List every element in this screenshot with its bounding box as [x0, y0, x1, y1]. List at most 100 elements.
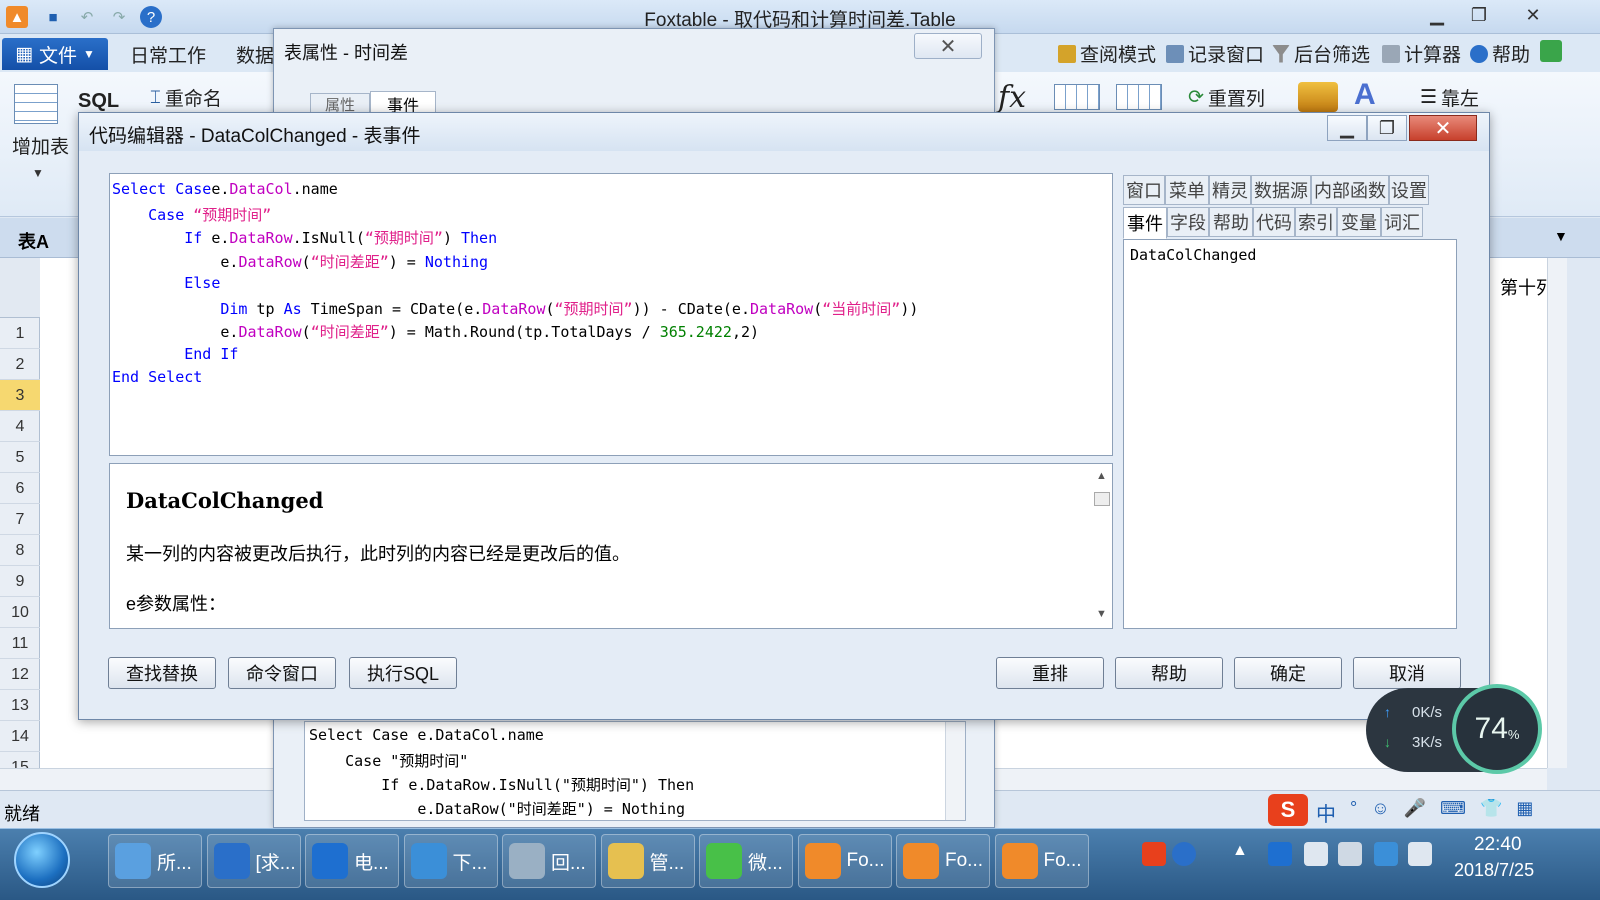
side-tab[interactable]: 索引 — [1295, 207, 1337, 237]
cancel-button[interactable]: 取消 — [1353, 657, 1461, 689]
side-tab[interactable]: 精灵 — [1209, 175, 1251, 205]
sogou-tray-icon[interactable] — [1142, 842, 1166, 866]
taskbar-item[interactable]: Fo... — [797, 834, 892, 888]
side-tab[interactable]: 菜单 — [1165, 175, 1209, 205]
sql-button[interactable]: SQL — [78, 90, 119, 113]
row-number[interactable]: 13 — [0, 690, 40, 721]
view-mode-button[interactable]: 查阅模式 — [1058, 40, 1156, 67]
row-number[interactable]: 11 — [0, 628, 40, 659]
rename-button[interactable]: ⌶ 重命名 — [150, 84, 222, 111]
add-table-icon[interactable] — [14, 84, 58, 124]
table-view-icon[interactable] — [1054, 84, 1100, 110]
reformat-button[interactable]: 重排 — [996, 657, 1104, 689]
calculator-button[interactable]: 计算器 — [1382, 40, 1461, 67]
find-replace-button[interactable]: 查找替换 — [108, 657, 216, 689]
side-tab[interactable]: 数据源 — [1251, 175, 1311, 205]
memory-usage-gauge[interactable]: 74% — [1452, 684, 1542, 774]
row-number[interactable]: 2 — [0, 349, 40, 380]
row-number[interactable]: 12 — [0, 659, 40, 690]
code-preview[interactable]: Select Case e.DataCol.name Case "预期时间" I… — [304, 721, 966, 821]
side-tab[interactable]: 内部函数 — [1311, 175, 1389, 205]
scroll-thumb[interactable] — [1094, 492, 1110, 506]
font-icon[interactable]: A — [1354, 78, 1376, 112]
taskbar-item[interactable]: 回... — [502, 834, 596, 888]
ime-toolbar-icons[interactable]: °☺🎤⌨👕▦ — [1350, 798, 1547, 819]
tab-daily-work[interactable]: 日常工作 — [130, 41, 206, 68]
side-tab[interactable]: 词汇 — [1381, 207, 1423, 237]
event-list[interactable]: DataColChanged — [1123, 239, 1457, 629]
close-icon[interactable]: ✕ — [1510, 2, 1556, 28]
sogou-ime-icon[interactable]: S — [1268, 794, 1308, 826]
execute-sql-button[interactable]: 执行SQL — [349, 657, 457, 689]
taskbar-item[interactable]: 下... — [403, 834, 498, 888]
scroll-up-icon[interactable]: ▲ — [1096, 470, 1107, 482]
close-icon[interactable]: ✕ — [1409, 115, 1477, 141]
table-view-2-icon[interactable] — [1116, 84, 1162, 110]
row-number[interactable]: 14 — [0, 721, 40, 752]
row-number[interactable]: 3 — [0, 380, 40, 411]
side-tab[interactable]: 帮助 — [1209, 207, 1253, 237]
restore-icon[interactable]: ❐ — [1456, 2, 1502, 28]
volume-icon[interactable] — [1408, 842, 1432, 866]
taskbar-item[interactable]: 所... — [108, 834, 202, 888]
taskbar-item[interactable]: 电... — [305, 834, 399, 888]
row-number[interactable]: 10 — [0, 597, 40, 628]
people-icon[interactable] — [1540, 40, 1562, 62]
side-tab[interactable]: 事件 — [1123, 207, 1167, 239]
taskbar-item[interactable]: Fo... — [994, 834, 1089, 888]
side-tab[interactable]: 设置 — [1389, 175, 1429, 205]
code-editor[interactable]: Select Casee.DataCol.name Case “预期时间” If… — [109, 173, 1113, 456]
paint-icon[interactable] — [1298, 82, 1338, 112]
help-button[interactable]: 帮助 — [1115, 657, 1223, 689]
taskbar-item[interactable]: 微... — [699, 834, 793, 888]
ok-button[interactable]: 确定 — [1234, 657, 1342, 689]
vertical-scrollbar[interactable]: ▲ ▼ — [1092, 466, 1112, 626]
help-button[interactable]: 帮助 — [1470, 40, 1530, 67]
list-item[interactable]: DataColChanged — [1130, 246, 1256, 264]
row-number[interactable]: 5 — [0, 442, 40, 473]
security-shield-icon[interactable] — [1268, 842, 1292, 866]
row-number[interactable]: 6 — [0, 473, 40, 504]
help-tray-icon[interactable] — [1172, 842, 1196, 866]
chevron-down-icon[interactable]: ▼ — [1554, 228, 1568, 244]
tab-data[interactable]: 数据 — [236, 41, 274, 68]
clock-time[interactable]: 22:40 — [1474, 834, 1522, 856]
row-number[interactable]: 8 — [0, 535, 40, 566]
side-tab[interactable]: 窗口 — [1123, 175, 1165, 205]
close-icon[interactable]: ✕ — [914, 33, 982, 59]
row-number[interactable]: 7 — [0, 504, 40, 535]
network-icon[interactable] — [1338, 842, 1362, 866]
ime-mode-label[interactable]: 中 — [1316, 798, 1336, 827]
taskbar-item[interactable]: [求... — [206, 834, 301, 888]
side-tab[interactable]: 代码 — [1253, 207, 1295, 237]
reorder-columns-button[interactable]: ⟳ 重置列 — [1188, 84, 1265, 111]
restore-icon[interactable]: ❐ — [1367, 115, 1407, 141]
start-button[interactable] — [14, 832, 70, 888]
background-filter-button[interactable]: 后台筛选 — [1272, 40, 1370, 67]
taskbar-item[interactable]: 管... — [600, 834, 695, 888]
corner-cell[interactable] — [0, 258, 40, 318]
side-tab[interactable]: 变量 — [1337, 207, 1381, 237]
add-table-label[interactable]: 增加表 — [12, 132, 69, 159]
show-hidden-icons-icon[interactable]: ▲ — [1232, 842, 1248, 860]
row-number[interactable]: 9 — [0, 566, 40, 597]
command-window-button[interactable]: 命令窗口 — [228, 657, 336, 689]
side-tab[interactable]: 字段 — [1167, 207, 1209, 237]
clock-date[interactable]: 2018/7/25 — [1454, 860, 1534, 881]
row-number[interactable]: 1 — [0, 318, 40, 349]
file-tab[interactable]: ▦ 文件 ▼ — [2, 38, 108, 70]
vertical-scrollbar[interactable] — [945, 722, 965, 820]
scroll-down-icon[interactable]: ▼ — [1096, 608, 1107, 620]
row-number[interactable]: 4 — [0, 411, 40, 442]
minimize-icon[interactable]: ▁ — [1414, 2, 1460, 28]
align-left-button[interactable]: ☰ 靠左 — [1420, 84, 1479, 111]
record-window-button[interactable]: 记录窗口 — [1166, 40, 1264, 67]
vertical-scrollbar[interactable] — [1547, 258, 1567, 768]
sheet-tab-a[interactable]: 表A — [18, 228, 49, 254]
column-header[interactable]: 第十列 — [1500, 274, 1554, 300]
display-icon[interactable] — [1374, 842, 1398, 866]
minimize-icon[interactable]: ▁ — [1327, 115, 1367, 141]
taskbar-item[interactable]: Fo... — [896, 834, 990, 888]
function-icon[interactable]: fx — [998, 80, 1026, 115]
flag-icon[interactable] — [1304, 842, 1328, 866]
